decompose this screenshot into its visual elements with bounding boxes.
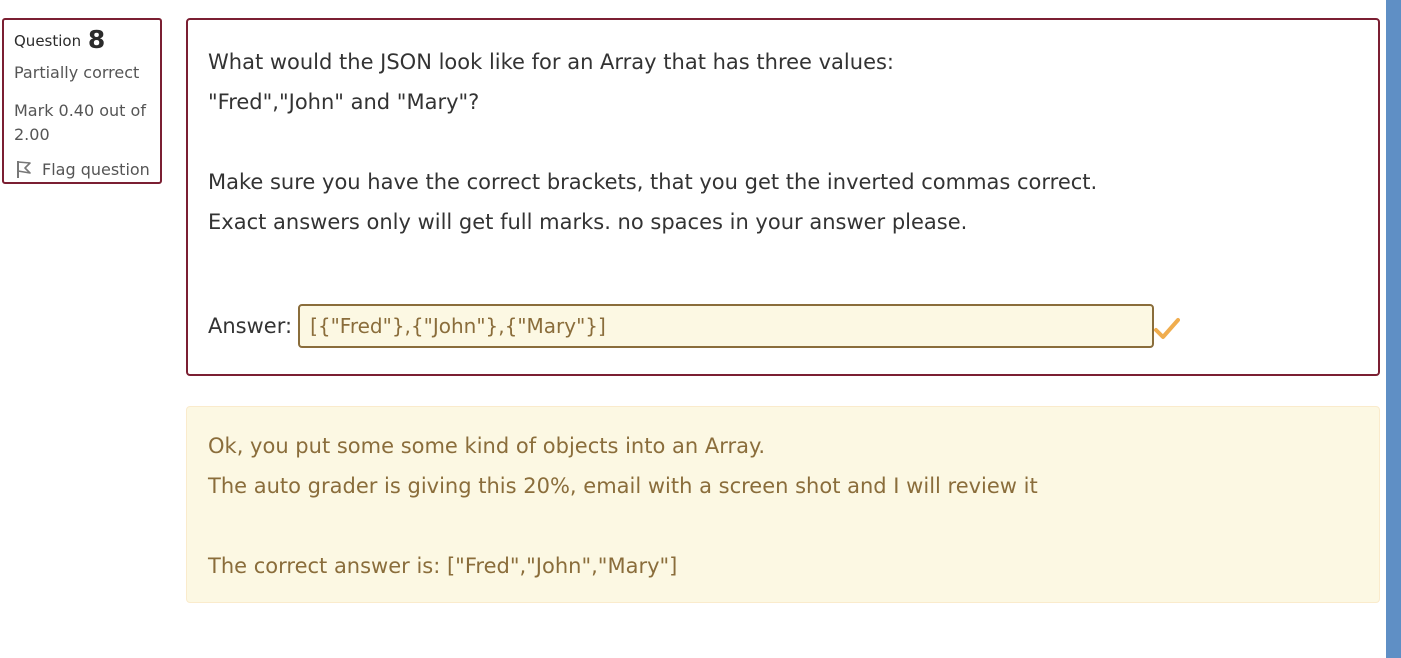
- question-text-line-1: What would the JSON look like for an Arr…: [208, 50, 895, 74]
- question-number-value: 8: [87, 25, 106, 54]
- flag-question-label: Flag question: [42, 159, 150, 179]
- right-answer: The correct answer is: ["Fred","John","M…: [208, 554, 678, 578]
- window-edge-bar: [1386, 0, 1401, 658]
- question-content-box: What would the JSON look like for an Arr…: [186, 18, 1380, 376]
- feedback-line-2: The auto grader is giving this 20%, emai…: [208, 474, 1038, 498]
- check-icon: [1154, 316, 1181, 346]
- answer-label: Answer:: [208, 314, 293, 338]
- question-text-line-3: Make sure you have the correct brackets,…: [208, 170, 1098, 194]
- question-info-panel: Question 8 Partially correct Mark 0.40 o…: [2, 18, 162, 184]
- flag-question-button[interactable]: Flag question: [14, 159, 154, 179]
- feedback-box: Ok, you put some some kind of objects in…: [186, 406, 1380, 603]
- question-text: What would the JSON look like for an Arr…: [208, 42, 1097, 242]
- question-grade: Mark 0.40 out of 2.00: [14, 101, 146, 144]
- question-state: Partially correct: [14, 63, 140, 82]
- question-text-line-4: Exact answers only will get full marks. …: [208, 210, 968, 234]
- flag-icon: [14, 159, 34, 179]
- question-label: Question: [14, 32, 82, 50]
- question-text-line-2: "Fred","John" and "Mary"?: [208, 90, 480, 114]
- feedback-line-1: Ok, you put some some kind of objects in…: [208, 434, 766, 458]
- answer-input[interactable]: [298, 304, 1155, 348]
- answer-row: Answer:: [208, 304, 1181, 348]
- specific-feedback: Ok, you put some some kind of objects in…: [208, 426, 1038, 506]
- question-number: Question 8: [14, 25, 154, 54]
